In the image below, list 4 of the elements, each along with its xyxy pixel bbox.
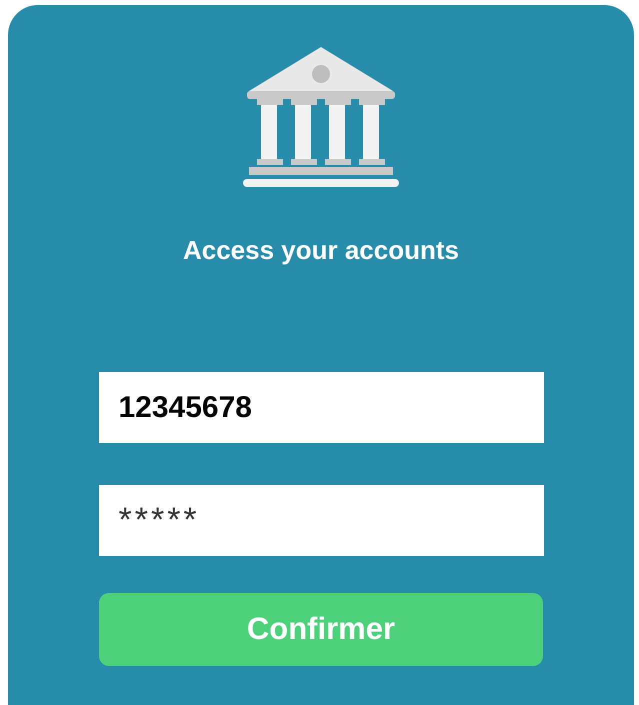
- password-field[interactable]: *****: [98, 485, 544, 556]
- bank-icon: [243, 47, 399, 189]
- login-title: Access your accounts: [182, 234, 459, 267]
- account-number-field[interactable]: 12345678: [98, 372, 544, 443]
